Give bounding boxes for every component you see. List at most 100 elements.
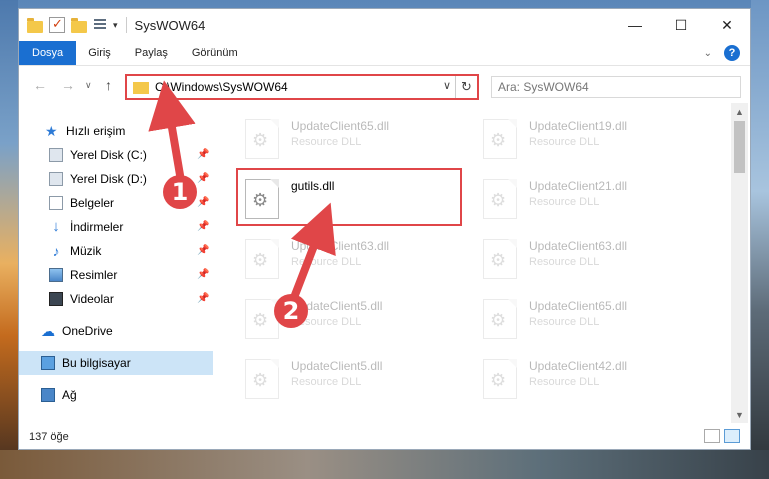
nav-onedrive[interactable]: ☁ OneDrive [19, 319, 213, 343]
file-item[interactable]: UpdateClient42.dll Resource DLL [477, 353, 707, 407]
network-icon [41, 388, 55, 402]
file-type: Resource DLL [529, 136, 600, 148]
tab-home[interactable]: Giriş [76, 41, 123, 65]
properties-list-icon[interactable] [93, 17, 107, 33]
toolbar-divider [125, 17, 127, 33]
file-item[interactable]: UpdateClient5.dll Resource DLL [239, 293, 469, 347]
navigation-pane: ★ Hızlı erişim Yerel Disk (C:) 📌 Yerel D… [19, 103, 213, 423]
pin-icon[interactable]: 📌 [197, 173, 209, 184]
music-note-icon: ♪ [52, 243, 60, 259]
nav-label: Videolar [70, 292, 114, 306]
nav-item-pictures[interactable]: Resimler 📌 [19, 263, 213, 287]
tab-share[interactable]: Paylaş [123, 41, 180, 65]
window-title: SysWOW64 [134, 17, 206, 33]
step-2-badge: 2 [274, 294, 308, 328]
nav-label: Yerel Disk (D:) [70, 172, 147, 186]
ribbon-tabs: Dosya Giriş Paylaş Görünüm ⌄ ? [19, 41, 750, 65]
file-name: UpdateClient65.dll [291, 119, 390, 133]
large-icons-view-icon[interactable] [724, 429, 740, 443]
dll-file-gear-icon [245, 119, 279, 159]
back-arrow-icon[interactable]: ← [33, 77, 47, 93]
file-item[interactable]: UpdateClient65.dll Resource DLL [239, 113, 469, 167]
address-dropdown-chevron-icon[interactable]: ∨ [443, 79, 451, 92]
nav-item-videos[interactable]: Videolar 📌 [19, 287, 213, 311]
dll-file-gear-icon [245, 359, 279, 399]
file-name: UpdateClient19.dll [529, 119, 628, 133]
address-folder-icon [133, 82, 149, 94]
scroll-down-icon[interactable]: ▼ [731, 406, 748, 423]
nav-this-pc[interactable]: Bu bilgisayar [19, 351, 213, 375]
star-icon: ★ [45, 123, 58, 139]
maximize-button[interactable]: ☐ [658, 9, 704, 41]
file-item[interactable]: UpdateClient19.dll Resource DLL [477, 113, 707, 167]
file-type: Resource DLL [291, 256, 362, 268]
file-type: Resource DLL [291, 136, 362, 148]
title-bar: ▾ SysWOW64 — ☐ ✕ [19, 9, 750, 41]
nav-label: Hızlı erişim [66, 124, 126, 138]
properties-check-icon[interactable] [49, 16, 65, 33]
explorer-window: ▾ SysWOW64 — ☐ ✕ Dosya Giriş Paylaş Görü… [18, 8, 751, 450]
desktop-wallpaper-left [0, 0, 18, 479]
up-arrow-icon[interactable]: ↑ [105, 77, 112, 93]
scroll-thumb[interactable] [734, 121, 745, 173]
cloud-icon: ☁ [41, 323, 55, 339]
pictures-icon [49, 268, 63, 282]
file-item[interactable]: UpdateClient5.dll Resource DLL [239, 353, 469, 407]
nav-label: OneDrive [62, 324, 113, 338]
file-item[interactable]: UpdateClient63.dll Resource DLL [477, 233, 707, 287]
chevron-down-icon[interactable]: ▾ [113, 20, 118, 31]
pin-icon[interactable]: 📌 [197, 149, 209, 160]
help-icon[interactable]: ? [724, 45, 740, 61]
computer-monitor-icon [41, 356, 55, 370]
tab-view[interactable]: Görünüm [180, 41, 250, 65]
nav-item-downloads[interactable]: ↓ İndirmeler 📌 [19, 215, 213, 239]
status-bar: 137 öğe [19, 425, 750, 449]
file-list: UpdateClient65.dll Resource DLL UpdateCl… [215, 103, 727, 423]
details-view-icon[interactable] [704, 429, 720, 443]
pin-icon[interactable]: 📌 [197, 197, 209, 208]
address-path[interactable]: C:\Windows\SysWOW64 [155, 80, 288, 94]
pin-icon[interactable]: 📌 [197, 245, 209, 256]
file-name: UpdateClient63.dll [291, 239, 390, 253]
nav-network[interactable]: Ağ [19, 383, 213, 407]
recent-locations-chevron-icon[interactable]: ∨ [85, 80, 92, 91]
forward-arrow-icon[interactable]: → [61, 77, 75, 93]
file-item[interactable]: UpdateClient63.dll Resource DLL [239, 233, 469, 287]
address-bar[interactable]: C:\Windows\SysWOW64 ∨ ↻ [125, 74, 479, 100]
dll-file-gear-icon [483, 119, 517, 159]
nav-item-local-disk-c[interactable]: Yerel Disk (C:) 📌 [19, 143, 213, 167]
vertical-scrollbar[interactable]: ▲ ▼ [731, 103, 748, 423]
drive-icon [49, 148, 63, 162]
tab-file[interactable]: Dosya [19, 41, 77, 65]
nav-item-music[interactable]: ♪ Müzik 📌 [19, 239, 213, 263]
view-toggle [704, 429, 740, 443]
folder-icon[interactable] [27, 17, 43, 33]
download-arrow-icon: ↓ [52, 218, 60, 235]
dll-file-gear-icon [483, 359, 517, 399]
search-input[interactable]: Ara: SysWOW64 [491, 76, 741, 98]
pin-icon[interactable]: 📌 [197, 293, 209, 304]
file-type: Resource DLL [291, 376, 362, 388]
refresh-icon[interactable]: ↻ [455, 76, 477, 98]
video-film-icon [49, 292, 63, 306]
nav-label: İndirmeler [70, 220, 124, 234]
pin-icon[interactable]: 📌 [197, 269, 209, 280]
file-type: Resource DLL [529, 316, 600, 328]
nav-quick-access[interactable]: ★ Hızlı erişim [19, 119, 213, 143]
expand-ribbon-chevron-icon[interactable]: ⌄ [704, 48, 712, 59]
window-controls: — ☐ ✕ [612, 9, 750, 41]
file-name: UpdateClient63.dll [529, 239, 628, 253]
drive-icon [49, 172, 63, 186]
file-item[interactable]: UpdateClient21.dll Resource DLL [477, 173, 707, 227]
file-item[interactable]: UpdateClient65.dll Resource DLL [477, 293, 707, 347]
minimize-button[interactable]: — [612, 9, 658, 41]
file-type: Resource DLL [529, 196, 600, 208]
nav-label: Belgeler [70, 196, 115, 210]
pin-icon[interactable]: 📌 [197, 221, 209, 232]
ribbon-right-controls: ⌄ ? [704, 45, 740, 61]
close-button[interactable]: ✕ [704, 9, 750, 41]
dll-file-gear-icon [245, 239, 279, 279]
scroll-up-icon[interactable]: ▲ [731, 103, 748, 120]
dll-file-gear-icon [483, 179, 517, 219]
new-folder-icon[interactable] [71, 17, 87, 33]
